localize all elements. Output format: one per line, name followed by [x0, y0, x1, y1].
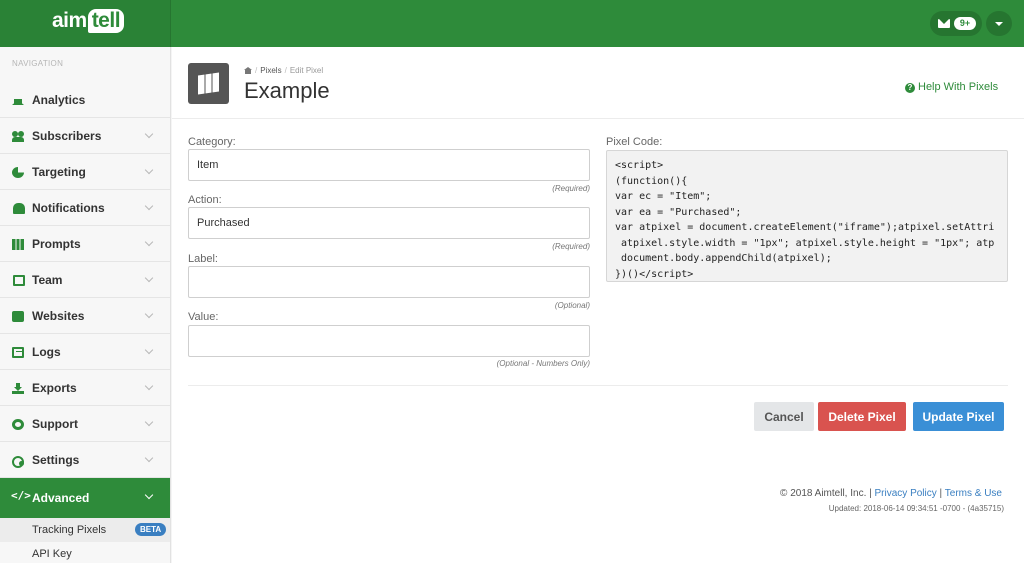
label-label: Label: — [188, 253, 218, 265]
map-icon — [198, 72, 219, 95]
logo-area: aim tell — [0, 0, 171, 47]
sidebar-item-label: Exports — [32, 381, 77, 395]
user-menu-button[interactable] — [986, 11, 1012, 36]
breadcrumb-pixels-link[interactable]: Pixels — [260, 66, 281, 75]
home-icon — [12, 94, 24, 105]
chevron-down-icon — [144, 201, 154, 211]
sidebar-item-websites[interactable]: Websites — [0, 298, 170, 334]
sidebar-item-logs[interactable]: Logs — [0, 334, 170, 370]
puzzle-icon — [12, 311, 24, 322]
breadcrumb-current: Edit Pixel — [289, 66, 324, 75]
sidebar-subitem-tracking-pixels[interactable]: Tracking Pixels BETA — [0, 518, 170, 542]
list-icon — [12, 347, 24, 358]
sidebar-subitem-api-key[interactable]: API Key — [0, 542, 170, 563]
help-with-pixels-link[interactable]: ? Help With Pixels — [905, 81, 998, 93]
pixel-code-box[interactable]: <script> (function(){ var ec = "Item"; v… — [606, 150, 1008, 282]
sidebar-item-settings[interactable]: Settings — [0, 442, 170, 478]
sidebar-subitem-label: API Key — [32, 548, 72, 560]
chevron-down-icon — [144, 237, 154, 247]
label-input[interactable] — [188, 266, 590, 298]
chevron-down-icon — [144, 129, 154, 139]
sidebar-item-support[interactable]: Support — [0, 406, 170, 442]
sidebar-item-label: Subscribers — [32, 129, 102, 143]
chevron-down-icon — [144, 453, 154, 463]
messages-button[interactable]: 9+ — [930, 11, 982, 36]
chevron-down-icon — [144, 165, 154, 175]
users-icon — [12, 131, 24, 142]
cogs-icon — [12, 455, 24, 468]
sidebar-item-label: Settings — [32, 453, 80, 467]
id-badge-icon — [13, 275, 25, 286]
divider — [188, 385, 1008, 386]
sidebar-item-prompts[interactable]: Prompts — [0, 226, 170, 262]
value-input[interactable] — [188, 325, 590, 357]
cancel-button[interactable]: Cancel — [754, 402, 814, 431]
top-header: aim tell 9+ — [0, 0, 1024, 47]
sidebar-item-notifications[interactable]: Notifications — [0, 190, 170, 226]
privacy-policy-link[interactable]: Privacy Policy — [875, 488, 937, 499]
category-hint: (Required) — [552, 184, 590, 193]
sidebar-item-label: Notifications — [32, 201, 105, 215]
pixel-code-label: Pixel Code: — [606, 136, 663, 148]
life-ring-icon — [12, 419, 24, 430]
delete-pixel-button[interactable]: Delete Pixel — [818, 402, 906, 431]
sidebar-item-team[interactable]: Team — [0, 262, 170, 298]
action-hint: (Required) — [552, 242, 590, 251]
category-input[interactable] — [188, 149, 590, 181]
nav-heading: NAVIGATION — [12, 59, 64, 68]
footer-updated: Updated: 2018-06-14 09:34:51 -0700 - (4a… — [828, 504, 1004, 513]
sidebar-item-label: Support — [32, 417, 78, 431]
label-hint: (Optional) — [554, 301, 590, 310]
page-title: Example — [244, 78, 330, 103]
home-icon[interactable] — [244, 67, 252, 74]
category-label: Category: — [188, 136, 236, 148]
page-header: / Pixels / Edit Pixel Example ? Help With Pi… — [172, 47, 1024, 119]
main-content: / Pixels / Edit Pixel Example ? Help With Pi… — [172, 47, 1024, 563]
terms-link[interactable]: Terms & Use — [945, 488, 1002, 499]
value-hint: (Optional - Numbers Only) — [496, 359, 590, 368]
messages-count-badge: 9+ — [954, 17, 976, 30]
aimtell-logo[interactable]: aim tell — [52, 9, 125, 33]
sidebar-item-label: Logs — [32, 345, 61, 359]
value-label: Value: — [188, 311, 219, 323]
sidebar-item-subscribers[interactable]: Subscribers — [0, 118, 170, 154]
sidebar-item-targeting[interactable]: Targeting — [0, 154, 170, 190]
chevron-down-icon — [144, 417, 154, 427]
sidebar-item-label: Advanced — [32, 491, 90, 505]
caret-down-icon — [995, 22, 1003, 26]
breadcrumb: / Pixels / Edit Pixel — [244, 66, 323, 75]
pixel-code-text: <script> (function(){ var ec = "Item"; v… — [615, 160, 995, 280]
beta-badge: BETA — [135, 523, 167, 536]
sidebar-item-label: Targeting — [32, 165, 86, 179]
download-icon — [12, 383, 24, 394]
sidebar-item-label: Team — [32, 273, 63, 287]
footer-copyright: © 2018 Aimtell, Inc. | Privacy Policy | … — [780, 488, 1002, 499]
chevron-down-icon — [144, 309, 154, 319]
page-icon — [188, 63, 229, 104]
sidebar: NAVIGATION Analytics Subscribers Targeti… — [0, 47, 171, 563]
sidebar-item-analytics[interactable]: Analytics — [0, 82, 170, 118]
envelope-icon — [938, 19, 950, 28]
code-icon: </> — [11, 489, 31, 502]
sidebar-item-advanced[interactable]: </> Advanced — [0, 478, 170, 518]
pie-chart-icon — [12, 167, 24, 178]
chevron-down-icon — [144, 381, 154, 391]
question-circle-icon: ? — [905, 83, 915, 93]
chevron-down-icon — [144, 490, 154, 500]
action-input[interactable] — [188, 207, 590, 239]
sidebar-item-label: Analytics — [32, 93, 86, 107]
map-icon — [12, 239, 24, 250]
sidebar-item-exports[interactable]: Exports — [0, 370, 170, 406]
action-label: Action: — [188, 194, 222, 206]
update-pixel-button[interactable]: Update Pixel — [913, 402, 1004, 431]
chevron-down-icon — [144, 345, 154, 355]
sidebar-item-label: Prompts — [32, 237, 81, 251]
sidebar-item-label: Websites — [32, 309, 85, 323]
chevron-down-icon — [144, 273, 154, 283]
sidebar-subitem-label: Tracking Pixels — [32, 524, 107, 536]
bell-icon — [13, 203, 25, 214]
